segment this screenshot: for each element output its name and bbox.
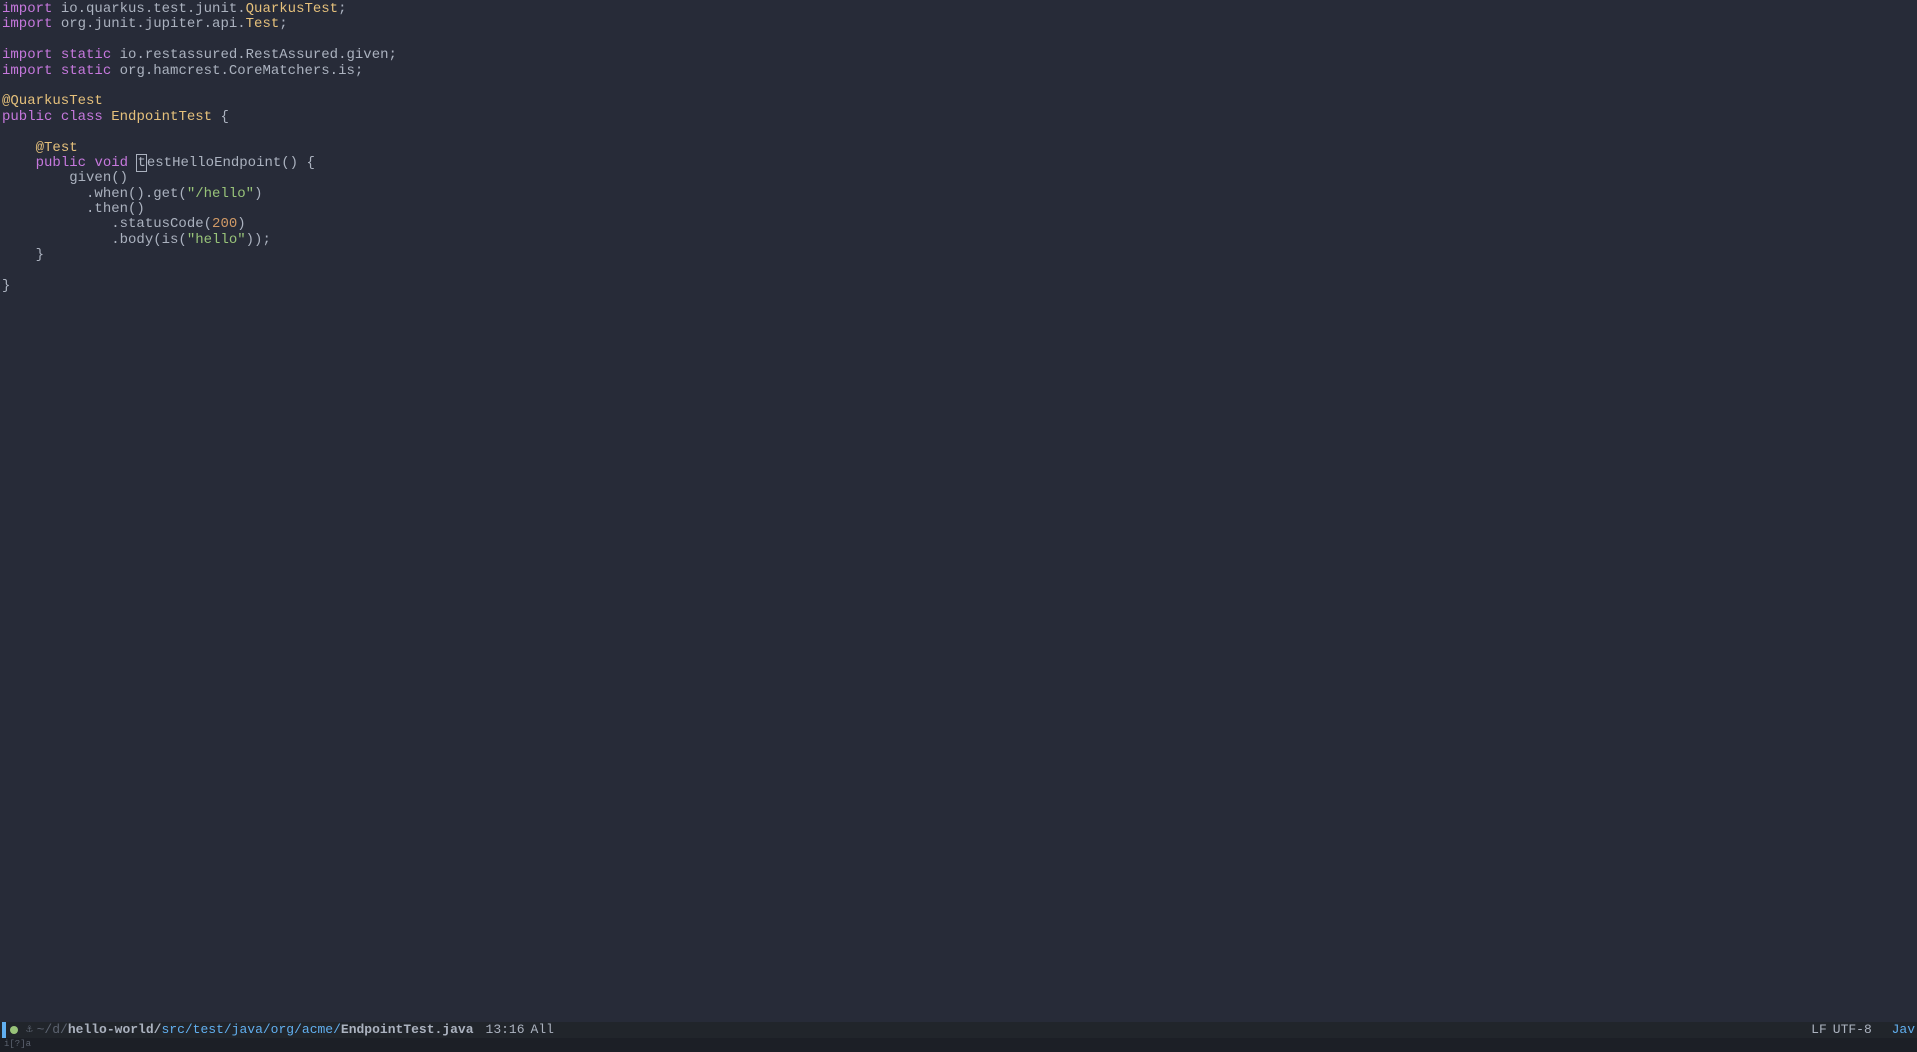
code-token [2, 155, 36, 171]
code-token: .then() [2, 201, 145, 217]
code-token: void [94, 155, 128, 171]
code-line: .when().get("/hello") [2, 187, 1915, 202]
code-line: public class EndpointTest { [2, 110, 1915, 125]
status-right: LF UTF-8 Jav [1811, 1023, 1915, 1037]
anchor-icon: ⚓ [26, 1024, 33, 1036]
code-token: "hello" [187, 232, 246, 248]
code-token: @QuarkusTest [2, 93, 103, 109]
code-token: } [2, 278, 10, 294]
encoding: UTF-8 [1833, 1023, 1872, 1037]
status-bar: ⚓ ~/d/hello-world/src/test/java/org/acme… [0, 1022, 1917, 1038]
code-line: import static io.restassured.RestAssured… [2, 48, 1915, 63]
code-line: public void testHelloEndpoint() { [2, 156, 1915, 171]
code-token: estHelloEndpoint() { [147, 155, 315, 171]
cursor-position: 13:16 [486, 1023, 525, 1037]
code-token: org.junit.jupiter.api. [52, 16, 245, 32]
code-token: static [61, 63, 111, 79]
scroll-indicator: All [531, 1023, 554, 1037]
vcs-status-icon [10, 1026, 18, 1034]
code-token: .body(is( [2, 232, 187, 248]
code-token: static [61, 47, 111, 63]
code-token: t [136, 154, 146, 172]
code-token: io.restassured.RestAssured.given; [111, 47, 397, 63]
path-src: src/test/java/org/acme/ [161, 1022, 340, 1037]
mode-indicator [2, 1022, 6, 1038]
code-token [103, 109, 111, 125]
code-line: } [2, 248, 1915, 263]
code-token: import [2, 47, 52, 63]
code-token: .when().get( [2, 186, 187, 202]
line-ending: LF [1811, 1023, 1827, 1037]
code-token: EndpointTest [111, 109, 212, 125]
code-line: .statusCode(200) [2, 217, 1915, 232]
code-token: ) [254, 186, 262, 202]
code-token [52, 109, 60, 125]
code-token: public [2, 109, 52, 125]
code-token: io.quarkus.test.junit. [52, 1, 245, 17]
code-line: @QuarkusTest [2, 94, 1915, 109]
code-line [2, 264, 1915, 279]
code-token: QuarkusTest [246, 1, 338, 17]
code-token [52, 47, 60, 63]
code-token: org.hamcrest.CoreMatchers.is; [111, 63, 363, 79]
code-token: .statusCode( [2, 216, 212, 232]
code-token: 200 [212, 216, 237, 232]
code-token: import [2, 1, 52, 17]
code-token [2, 140, 36, 156]
code-line: given() [2, 171, 1915, 186]
code-token: ) [237, 216, 245, 232]
bottom-left-text: i[?]a [4, 1040, 31, 1050]
path-filename: EndpointTest.java [341, 1022, 474, 1037]
code-line: import org.junit.jupiter.api.Test; [2, 17, 1915, 32]
code-line [2, 125, 1915, 140]
code-token: given() [2, 170, 128, 186]
code-token: ; [338, 1, 346, 17]
path-project: hello-world/ [68, 1022, 162, 1037]
code-token: { [212, 109, 229, 125]
code-line: .then() [2, 202, 1915, 217]
code-token: ; [279, 16, 287, 32]
code-line: import io.quarkus.test.junit.QuarkusTest… [2, 2, 1915, 17]
code-token: } [2, 247, 44, 263]
editor-area[interactable]: import io.quarkus.test.junit.QuarkusTest… [0, 0, 1917, 1022]
code-token: class [61, 109, 103, 125]
code-line: } [2, 279, 1915, 294]
code-token: @Test [36, 140, 78, 156]
code-token: import [2, 16, 52, 32]
bottom-bar: i[?]a [0, 1038, 1917, 1052]
code-line [2, 79, 1915, 94]
code-token: public [36, 155, 86, 171]
code-line: .body(is("hello")); [2, 233, 1915, 248]
code-line: @Test [2, 141, 1915, 156]
code-token: Test [246, 16, 280, 32]
code-token: )); [246, 232, 271, 248]
file-path: ~/d/hello-world/src/test/java/org/acme/E… [37, 1023, 474, 1037]
language-mode: Jav [1892, 1023, 1915, 1037]
code-line [2, 33, 1915, 48]
code-token [52, 63, 60, 79]
code-token: "/hello" [187, 186, 254, 202]
code-token: import [2, 63, 52, 79]
code-line: import static org.hamcrest.CoreMatchers.… [2, 64, 1915, 79]
path-prefix: ~/d/ [37, 1022, 68, 1037]
